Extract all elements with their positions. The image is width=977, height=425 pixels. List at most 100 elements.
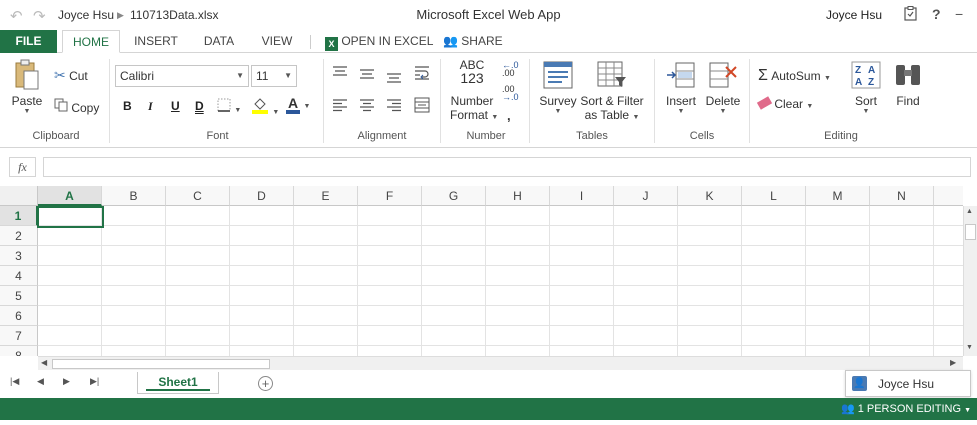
cell[interactable] (102, 326, 166, 346)
cell[interactable] (422, 266, 486, 286)
tab-home[interactable]: HOME (62, 30, 120, 53)
cell[interactable] (614, 346, 678, 356)
cell[interactable] (614, 286, 678, 306)
cell[interactable] (806, 206, 870, 226)
cell[interactable] (358, 306, 422, 326)
row-header-1[interactable]: 1 (0, 206, 38, 226)
find-button[interactable]: Find (890, 61, 926, 108)
insert-cells-button[interactable]: Insert ▼ (662, 61, 700, 115)
cell[interactable] (38, 266, 102, 286)
cell[interactable] (742, 346, 806, 356)
cell[interactable] (742, 266, 806, 286)
cell[interactable] (230, 206, 294, 226)
cell[interactable] (550, 246, 614, 266)
sort-filter-table-button[interactable]: Sort & Filter as Table ▼ (579, 61, 645, 122)
cell[interactable] (934, 306, 963, 326)
survey-button[interactable]: Survey ▼ (538, 61, 578, 115)
cell[interactable] (166, 266, 230, 286)
cell[interactable] (422, 246, 486, 266)
cell[interactable] (166, 286, 230, 306)
last-sheet-icon[interactable]: ▶| (90, 376, 99, 387)
cell[interactable] (422, 346, 486, 356)
clipboard-status-icon[interactable] (904, 6, 917, 24)
increase-decimal-button[interactable]: ←.0 .00 (502, 61, 519, 78)
cell[interactable] (934, 246, 963, 266)
cell[interactable] (934, 346, 963, 356)
decrease-decimal-button[interactable]: .00 →.0 (502, 85, 519, 102)
column-header-g[interactable]: G (422, 186, 486, 206)
cell[interactable] (486, 226, 550, 246)
prev-sheet-icon[interactable]: ◀ (37, 376, 44, 387)
cut-button[interactable]: ✂ Cut (54, 67, 88, 84)
cell[interactable] (742, 206, 806, 226)
horizontal-scroll-thumb[interactable] (52, 359, 270, 369)
cell[interactable] (742, 326, 806, 346)
add-sheet-icon[interactable]: + (258, 376, 273, 391)
cell[interactable] (678, 286, 742, 306)
cell[interactable] (742, 226, 806, 246)
cell[interactable] (230, 286, 294, 306)
scroll-down-icon[interactable]: ▼ (966, 344, 973, 351)
cell[interactable] (422, 286, 486, 306)
cell[interactable] (294, 326, 358, 346)
cell[interactable] (678, 226, 742, 246)
cell[interactable] (230, 326, 294, 346)
cell[interactable] (550, 286, 614, 306)
bold-button[interactable]: B (123, 99, 132, 113)
cell[interactable] (870, 246, 934, 266)
cell[interactable] (934, 286, 963, 306)
cell[interactable] (358, 266, 422, 286)
cell[interactable] (358, 326, 422, 346)
cell[interactable] (614, 246, 678, 266)
cell[interactable] (806, 306, 870, 326)
cell[interactable] (550, 226, 614, 246)
column-header-f[interactable]: F (358, 186, 422, 206)
cell[interactable] (102, 266, 166, 286)
cell[interactable] (550, 206, 614, 226)
cell[interactable] (614, 206, 678, 226)
cell[interactable] (102, 246, 166, 266)
cell[interactable] (358, 206, 422, 226)
cell[interactable] (166, 346, 230, 356)
cell[interactable] (422, 206, 486, 226)
scroll-up-icon[interactable]: ▲ (966, 208, 973, 215)
cell[interactable] (550, 326, 614, 346)
cell[interactable] (486, 306, 550, 326)
column-header-i[interactable]: I (550, 186, 614, 206)
cell[interactable] (38, 306, 102, 326)
row-header-7[interactable]: 7 (0, 326, 38, 346)
column-header-l[interactable]: L (742, 186, 806, 206)
cell[interactable] (678, 326, 742, 346)
cell[interactable] (678, 346, 742, 356)
cell[interactable] (934, 326, 963, 346)
cell[interactable] (614, 226, 678, 246)
tab-file[interactable]: FILE (0, 30, 57, 53)
scroll-right-icon[interactable]: ▶ (950, 358, 956, 367)
formula-input[interactable] (43, 157, 971, 177)
cell[interactable] (38, 326, 102, 346)
cell[interactable] (166, 206, 230, 226)
cell[interactable] (166, 306, 230, 326)
align-center-button[interactable] (359, 99, 375, 115)
cell[interactable] (102, 306, 166, 326)
cell[interactable] (614, 326, 678, 346)
cell[interactable] (742, 246, 806, 266)
sheet-tab-sheet1[interactable]: Sheet1 (137, 372, 219, 394)
cell[interactable] (486, 326, 550, 346)
copy-button[interactable]: Copy (54, 98, 99, 115)
help-icon[interactable]: ? (932, 6, 941, 22)
cell[interactable] (806, 326, 870, 346)
cell[interactable] (550, 346, 614, 356)
cell[interactable] (166, 226, 230, 246)
cell[interactable] (614, 266, 678, 286)
cell[interactable] (614, 306, 678, 326)
cell[interactable] (550, 266, 614, 286)
align-right-button[interactable] (386, 99, 402, 115)
cell[interactable] (742, 286, 806, 306)
row-header-3[interactable]: 3 (0, 246, 38, 266)
column-header-k[interactable]: K (678, 186, 742, 206)
paste-button[interactable]: Paste ▼ (10, 59, 44, 115)
cell[interactable] (294, 286, 358, 306)
cell[interactable] (870, 306, 934, 326)
cell[interactable] (102, 206, 166, 226)
